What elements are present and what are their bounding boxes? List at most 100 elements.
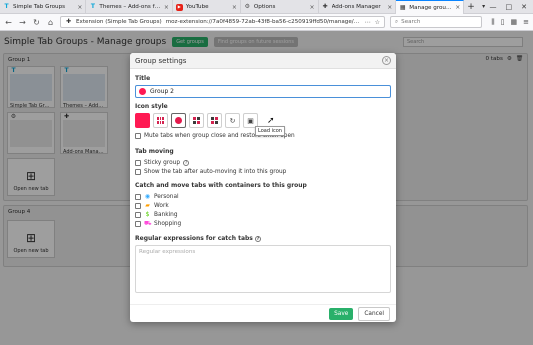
icon-style-grid-alt-button[interactable] bbox=[207, 113, 222, 128]
squares-icon bbox=[157, 117, 164, 124]
color-picker-button[interactable] bbox=[135, 113, 150, 128]
group-title-value: Group 2 bbox=[150, 88, 174, 95]
dollar-icon: $ bbox=[145, 211, 150, 218]
random-icon-button[interactable]: ↻ bbox=[225, 113, 240, 128]
window-controls: — □ ✕ bbox=[490, 0, 533, 13]
load-icon-tooltip: Load icon bbox=[255, 126, 285, 136]
tab-title: Themes – Add-ons for Firefox bbox=[99, 4, 161, 10]
icon-style-circle-button[interactable] bbox=[171, 113, 186, 128]
container-option[interactable]: ▰ Work bbox=[135, 201, 391, 210]
container-checkbox[interactable] bbox=[135, 193, 141, 200]
maximize-icon[interactable]: □ bbox=[506, 3, 513, 11]
group-settings-dialog: Group settings × Title Group 2 Icon styl… bbox=[130, 53, 396, 322]
tab-moving-label: Tab moving bbox=[135, 148, 174, 155]
puzzle-icon: ✚ bbox=[322, 3, 328, 10]
extension-badge: Extension (Simple Tab Groups) bbox=[76, 19, 162, 25]
tab-list-button[interactable]: ▾ bbox=[478, 0, 490, 13]
home-icon[interactable]: ⌂ bbox=[46, 18, 55, 27]
menu-icon[interactable]: ≡ bbox=[523, 18, 529, 27]
refresh-icon: ↻ bbox=[229, 116, 236, 125]
container-option[interactable]: $ Banking bbox=[135, 210, 391, 219]
container-option[interactable]: ◉ Personal bbox=[135, 192, 391, 201]
url-bar[interactable]: ✚ Extension (Simple Tab Groups) moz-exte… bbox=[60, 16, 385, 28]
show-tab-checkbox[interactable] bbox=[135, 168, 141, 175]
close-tab-icon[interactable]: × bbox=[455, 4, 460, 11]
dialog-header: Group settings × bbox=[130, 53, 396, 69]
mute-tabs-checkbox[interactable] bbox=[135, 132, 141, 139]
close-icon[interactable]: × bbox=[382, 56, 391, 65]
browser-tab[interactable]: ⚙ Options × bbox=[241, 0, 319, 14]
stg-icon: T bbox=[90, 3, 95, 10]
gear-icon: ⚙ bbox=[244, 3, 251, 10]
search-input: Search bbox=[401, 19, 421, 25]
tab-title: YouTube bbox=[185, 4, 209, 10]
show-tab-option[interactable]: Show the tab after auto-moving it into t… bbox=[135, 167, 391, 176]
circle-icon bbox=[175, 117, 182, 124]
page-actions-icon[interactable]: ⋯ bbox=[365, 19, 371, 26]
cart-icon: ⛟ bbox=[144, 219, 152, 227]
youtube-icon: ▶ bbox=[175, 3, 183, 11]
tab-title: Manage groups bbox=[409, 4, 453, 11]
sidebar-icon[interactable]: ▯ bbox=[501, 18, 505, 27]
close-tab-icon[interactable]: × bbox=[232, 4, 237, 11]
new-tab-button[interactable]: + bbox=[464, 0, 478, 13]
icon-style-squares-button[interactable] bbox=[153, 113, 168, 128]
tab-title: Add-ons Manager bbox=[331, 4, 381, 10]
grid-icon: ▦ bbox=[399, 3, 406, 11]
extension-toolbar-icon[interactable]: ▦ bbox=[511, 18, 518, 27]
close-tab-icon[interactable]: × bbox=[77, 4, 82, 11]
save-button[interactable]: Save bbox=[329, 307, 354, 320]
close-tab-icon[interactable]: × bbox=[387, 4, 392, 11]
mouse-cursor-icon: ➚ bbox=[267, 116, 275, 126]
grid-alt-icon bbox=[211, 117, 218, 124]
container-checkbox[interactable] bbox=[135, 211, 141, 218]
minimize-icon[interactable]: — bbox=[490, 3, 497, 11]
reload-icon[interactable]: ↻ bbox=[32, 18, 41, 27]
container-name: Shopping bbox=[154, 220, 182, 227]
help-icon[interactable]: ? bbox=[183, 159, 190, 166]
show-tab-label: Show the tab after auto-moving it into t… bbox=[144, 168, 287, 175]
browser-tab[interactable]: ▶ YouTube × bbox=[173, 0, 241, 14]
grid-icon bbox=[193, 117, 200, 124]
group-color-dot bbox=[139, 88, 146, 95]
group-title-input[interactable]: Group 2 bbox=[135, 85, 391, 98]
search-bar[interactable]: ⌕ Search bbox=[390, 16, 482, 28]
container-checkbox[interactable] bbox=[135, 202, 141, 209]
search-icon: ⌕ bbox=[395, 18, 399, 25]
icon-style-grid-button[interactable] bbox=[189, 113, 204, 128]
image-icon: ▣ bbox=[247, 116, 254, 125]
browser-tab[interactable]: T Simple Tab Groups × bbox=[0, 0, 87, 14]
browser-tab-active[interactable]: ▦ Manage groups × bbox=[396, 0, 465, 14]
bookmark-star-icon[interactable]: ☆ bbox=[375, 19, 380, 26]
close-tab-icon[interactable]: × bbox=[164, 4, 169, 11]
navigation-bar: ← → ↻ ⌂ ✚ Extension (Simple Tab Groups) … bbox=[0, 14, 533, 31]
regex-label: Regular expressions for catch tabs bbox=[135, 235, 253, 242]
close-tab-icon[interactable]: × bbox=[310, 4, 315, 11]
stg-icon: T bbox=[4, 3, 9, 10]
regex-section-label: Regular expressions for catch tabs ? bbox=[135, 235, 391, 242]
browser-tab[interactable]: T Themes – Add-ons for Firefox × bbox=[86, 0, 173, 14]
tab-title: Simple Tab Groups bbox=[13, 4, 66, 10]
library-icon[interactable]: ⫼ bbox=[491, 18, 494, 27]
container-name: Work bbox=[154, 202, 169, 209]
container-option[interactable]: ⛟ Shopping bbox=[135, 219, 391, 228]
container-checkbox[interactable] bbox=[135, 220, 141, 227]
back-icon[interactable]: ← bbox=[4, 18, 13, 27]
tab-strip: T Simple Tab Groups × T Themes – Add-ons… bbox=[0, 0, 533, 14]
container-name: Banking bbox=[154, 211, 178, 218]
forward-icon[interactable]: → bbox=[18, 18, 27, 27]
sticky-group-label: Sticky group bbox=[144, 159, 181, 166]
sticky-group-checkbox[interactable] bbox=[135, 159, 141, 166]
fingerprint-icon: ◉ bbox=[144, 193, 151, 200]
close-window-icon[interactable]: ✕ bbox=[521, 3, 527, 11]
container-name: Personal bbox=[154, 193, 179, 200]
help-icon[interactable]: ? bbox=[254, 235, 261, 242]
browser-tab[interactable]: ✚ Add-ons Manager × bbox=[319, 0, 397, 14]
icon-style-label: Icon style bbox=[135, 103, 168, 110]
cancel-button[interactable]: Cancel bbox=[358, 306, 390, 321]
title-label: Title bbox=[135, 75, 151, 82]
url-text[interactable]: moz-extension://7a0f4859-72ab-43f8-ba56-… bbox=[166, 19, 361, 25]
briefcase-icon: ▰ bbox=[145, 202, 150, 209]
regex-textarea[interactable]: Regular expressions bbox=[135, 245, 391, 293]
sticky-group-option[interactable]: Sticky group ? bbox=[135, 158, 391, 167]
